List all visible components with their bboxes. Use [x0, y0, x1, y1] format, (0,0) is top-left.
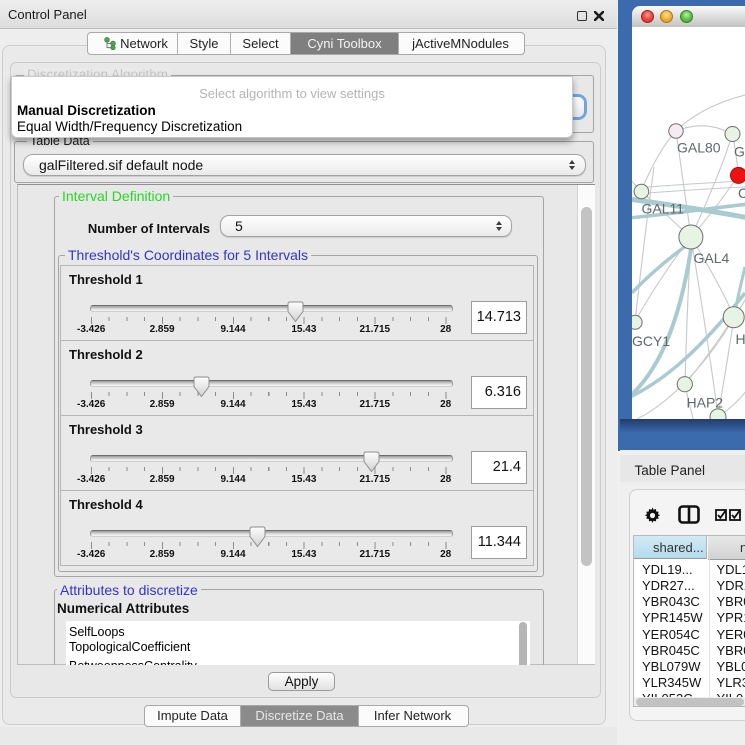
svg-text:GAL80: GAL80: [677, 140, 721, 156]
svg-text:CYC8: CYC8: [738, 185, 745, 201]
svg-text:HAP2: HAP2: [687, 395, 724, 411]
svg-text:GCY1: GCY1: [632, 333, 670, 349]
svg-text:GAL1: GAL1: [734, 144, 745, 160]
svg-text:HIS7: HIS7: [736, 331, 745, 347]
svg-text:GAL11: GAL11: [642, 201, 685, 217]
svg-text:GAL4: GAL4: [694, 250, 730, 266]
